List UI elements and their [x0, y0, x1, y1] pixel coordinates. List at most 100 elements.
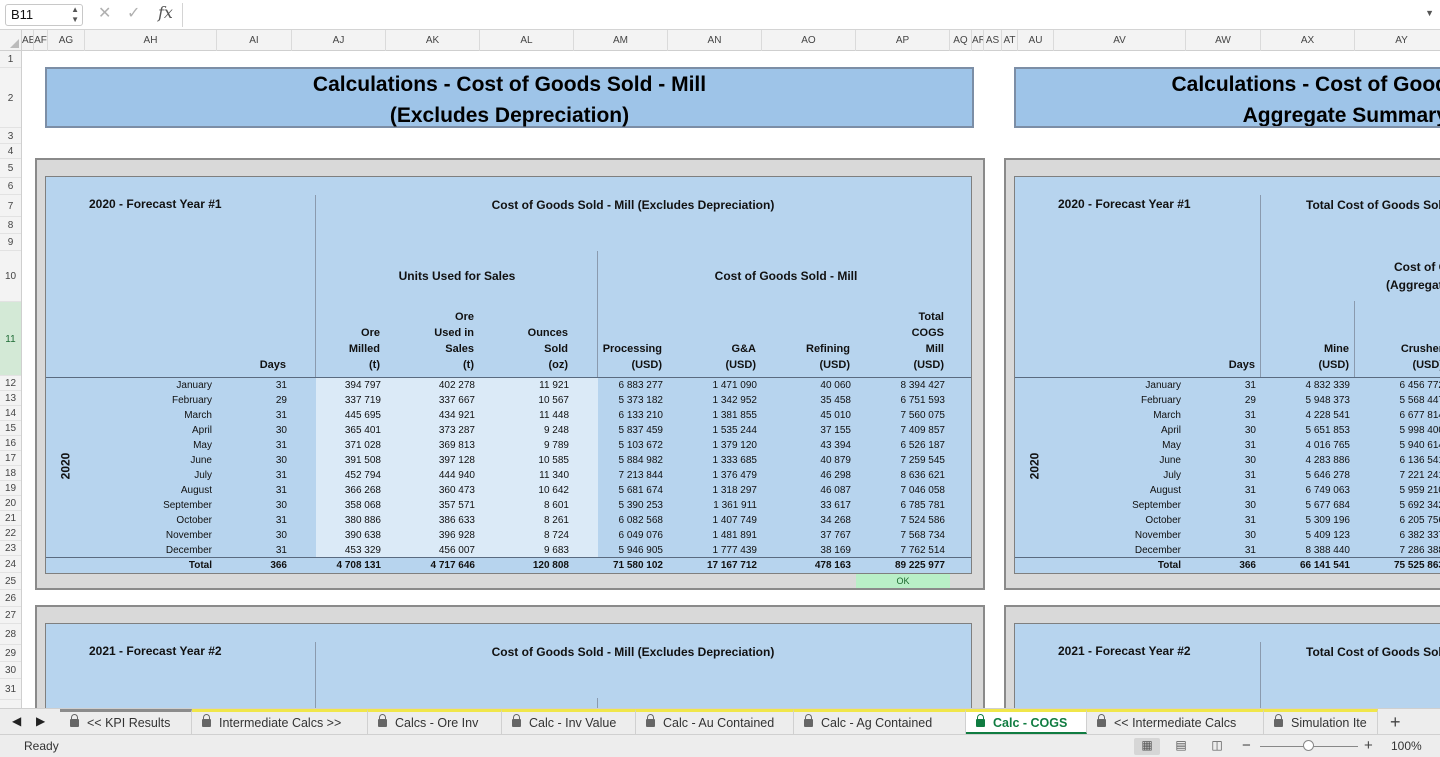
row-header-4[interactable]: 4	[0, 144, 21, 159]
left-cell-value[interactable]: 1 342 952	[657, 393, 758, 408]
left-cell-value[interactable]: 5 946 905	[563, 543, 664, 558]
left-cell-value[interactable]: 397 128	[375, 453, 475, 468]
select-all-corner[interactable]	[0, 30, 22, 51]
left-cell-value[interactable]: 5 373 182	[563, 393, 664, 408]
left-cell-value[interactable]: 31	[187, 378, 287, 393]
left-cell-value[interactable]: 37 767	[751, 528, 851, 543]
left-cell-value[interactable]: 5 103 672	[563, 438, 664, 453]
left-cell-value[interactable]: 31	[187, 408, 287, 423]
left-cell-value[interactable]: 445 695	[281, 408, 381, 423]
left-total-value[interactable]: 4 717 646	[375, 558, 476, 573]
zoom-out-button[interactable]: −	[1242, 737, 1251, 754]
left-cell-value[interactable]: 7 259 545	[845, 453, 946, 468]
right-cell-value[interactable]: 31	[1156, 483, 1256, 498]
right-cell-value[interactable]: 5 940 614	[1344, 438, 1440, 453]
name-box-stepper-icon[interactable]: ▲ ▼	[71, 5, 79, 25]
column-header-aj[interactable]: AJ	[292, 30, 386, 51]
left-cell-value[interactable]: 40 060	[751, 378, 851, 393]
tab-calc-cogs[interactable]: Calc - COGS	[966, 709, 1087, 734]
left-cell-value[interactable]: 6 785 781	[845, 498, 946, 513]
left-total-value[interactable]: 4 708 131	[281, 558, 382, 573]
left-cell-value[interactable]: 8 601	[469, 498, 569, 513]
left-cell-value[interactable]: 434 921	[375, 408, 475, 423]
right-cell-value[interactable]: 30	[1156, 423, 1256, 438]
right-total-value[interactable]: 366	[1156, 558, 1256, 573]
column-header-ag[interactable]: AG	[48, 30, 85, 51]
tab-calc-inv-value[interactable]: Calc - Inv Value	[502, 709, 636, 734]
left-cell-value[interactable]: 35 458	[751, 393, 851, 408]
right-cell-value[interactable]: 4 228 541	[1250, 408, 1351, 423]
left-cell-value[interactable]: 1 379 120	[657, 438, 758, 453]
right-total-value[interactable]: 66 141 541	[1250, 558, 1350, 573]
column-header-ap[interactable]: AP	[856, 30, 950, 51]
left-cell-value[interactable]: 5 390 253	[563, 498, 664, 513]
left-cell-value[interactable]: 1 376 479	[657, 468, 758, 483]
right-cell-value[interactable]: 7 221 241	[1344, 468, 1440, 483]
left-cell-value[interactable]: 453 329	[281, 543, 381, 558]
page-layout-view-icon[interactable]: ▤	[1168, 738, 1194, 755]
left-cell-value[interactable]: 386 633	[375, 513, 475, 528]
tab-calcs-ore-inv[interactable]: Calcs - Ore Inv	[368, 709, 502, 734]
left-cell-value[interactable]: 31	[187, 438, 287, 453]
row-header-3[interactable]: 3	[0, 128, 21, 144]
zoom-in-button[interactable]: +	[1364, 737, 1373, 754]
left-total-value[interactable]: 366	[187, 558, 287, 573]
tab-calc-au-contained[interactable]: Calc - Au Contained	[636, 709, 794, 734]
row-header-27[interactable]: 27	[0, 607, 21, 624]
left-cell-value[interactable]: 10 567	[469, 393, 569, 408]
column-header-ae[interactable]: AE	[22, 30, 34, 51]
row-header-8[interactable]: 8	[0, 217, 21, 234]
row-header-17[interactable]: 17	[0, 451, 21, 466]
row-header-22[interactable]: 22	[0, 526, 21, 541]
tab-scroll-right-icon[interactable]: ▶	[36, 714, 45, 728]
column-header-am[interactable]: AM	[574, 30, 668, 51]
page-break-view-icon[interactable]: ◫	[1204, 738, 1230, 755]
column-header-aw[interactable]: AW	[1186, 30, 1261, 51]
left-cell-value[interactable]: 31	[187, 483, 287, 498]
row-header-25[interactable]: 25	[0, 573, 21, 590]
left-cell-value[interactable]: 7 409 857	[845, 423, 946, 438]
right-cell-value[interactable]: 5 409 123	[1250, 528, 1351, 543]
tab-kpi-results[interactable]: << KPI Results	[60, 709, 192, 734]
tab-calc-ag-contained[interactable]: Calc - Ag Contained	[794, 709, 966, 734]
row-header-1[interactable]: 1	[0, 51, 21, 68]
left-cell-value[interactable]: 46 298	[751, 468, 851, 483]
right-cell-value[interactable]: 6 677 814	[1344, 408, 1440, 423]
row-header-12[interactable]: 12	[0, 376, 21, 391]
left-cell-value[interactable]: 30	[187, 423, 287, 438]
column-header-ao[interactable]: AO	[762, 30, 856, 51]
column-header-ah[interactable]: AH	[85, 30, 217, 51]
left-cell-value[interactable]: 5 681 674	[563, 483, 664, 498]
left-cell-value[interactable]: 10 642	[469, 483, 569, 498]
left-cell-value[interactable]: 1 777 439	[657, 543, 758, 558]
column-header-ar[interactable]: AR	[972, 30, 984, 51]
right-cell-value[interactable]: 30	[1156, 453, 1256, 468]
left-cell-value[interactable]: 30	[187, 528, 287, 543]
right-cell-value[interactable]: 5 568 447	[1344, 393, 1440, 408]
row-header-9[interactable]: 9	[0, 234, 21, 251]
left-cell-value[interactable]: 7 568 734	[845, 528, 946, 543]
tab-scroll-left-icon[interactable]: ◀	[12, 714, 21, 728]
row-header-15[interactable]: 15	[0, 421, 21, 436]
right-cell-value[interactable]: 31	[1156, 378, 1256, 393]
tab-simulation-items[interactable]: Simulation Ite	[1264, 709, 1378, 734]
right-cell-value[interactable]: 31	[1156, 513, 1256, 528]
right-cell-value[interactable]: 5 646 278	[1250, 468, 1351, 483]
tab-intermediate-calcs-forward[interactable]: Intermediate Calcs >>	[192, 709, 368, 734]
right-cell-value[interactable]: 30	[1156, 498, 1256, 513]
add-sheet-button[interactable]: +	[1390, 712, 1401, 733]
left-cell-value[interactable]: 31	[187, 513, 287, 528]
left-cell-value[interactable]: 337 719	[281, 393, 381, 408]
right-cell-value[interactable]: 5 948 373	[1250, 393, 1351, 408]
insert-function-icon[interactable]: fx	[158, 3, 173, 22]
right-cell-value[interactable]: 5 959 210	[1344, 483, 1440, 498]
left-cell-value[interactable]: 394 797	[281, 378, 381, 393]
column-header-al[interactable]: AL	[480, 30, 574, 51]
left-cell-value[interactable]: 357 571	[375, 498, 475, 513]
row-header-6[interactable]: 6	[0, 178, 21, 195]
left-cell-value[interactable]: 380 886	[281, 513, 381, 528]
row-header-2[interactable]: 2	[0, 68, 21, 128]
left-cell-value[interactable]: 31	[187, 468, 287, 483]
left-cell-value[interactable]: 1 407 749	[657, 513, 758, 528]
left-cell-value[interactable]: 5 884 982	[563, 453, 664, 468]
